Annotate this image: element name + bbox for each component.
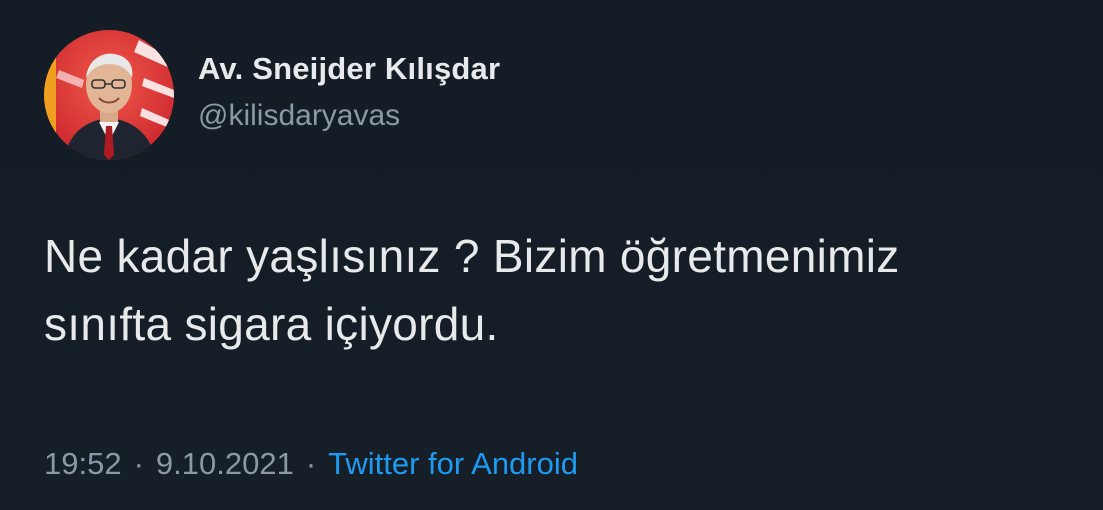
separator: · <box>305 446 317 481</box>
separator: · <box>133 446 144 481</box>
author-names: Av. Sneijder Kılışdar @kilisdaryavas <box>198 49 500 135</box>
profile-avatar-icon <box>44 30 174 160</box>
tweet-time[interactable]: 19:52 <box>44 444 122 484</box>
tweet-text: Ne kadar yaşlısınız ? Bizim öğretmenimiz… <box>44 230 900 350</box>
avatar[interactable] <box>44 30 174 160</box>
tweet-meta: 19:52 · 9.10.2021 · Twitter for Android <box>44 444 578 484</box>
tweet-header: Av. Sneijder Kılışdar @kilisdaryavas <box>44 30 500 160</box>
user-handle[interactable]: @kilisdaryavas <box>198 97 500 135</box>
tweet-card: Av. Sneijder Kılışdar @kilisdaryavas Ne … <box>0 0 1103 510</box>
tweet-source-link[interactable]: Twitter for Android <box>328 444 578 484</box>
display-name[interactable]: Av. Sneijder Kılışdar <box>198 49 500 89</box>
tweet-date[interactable]: 9.10.2021 <box>156 444 294 484</box>
